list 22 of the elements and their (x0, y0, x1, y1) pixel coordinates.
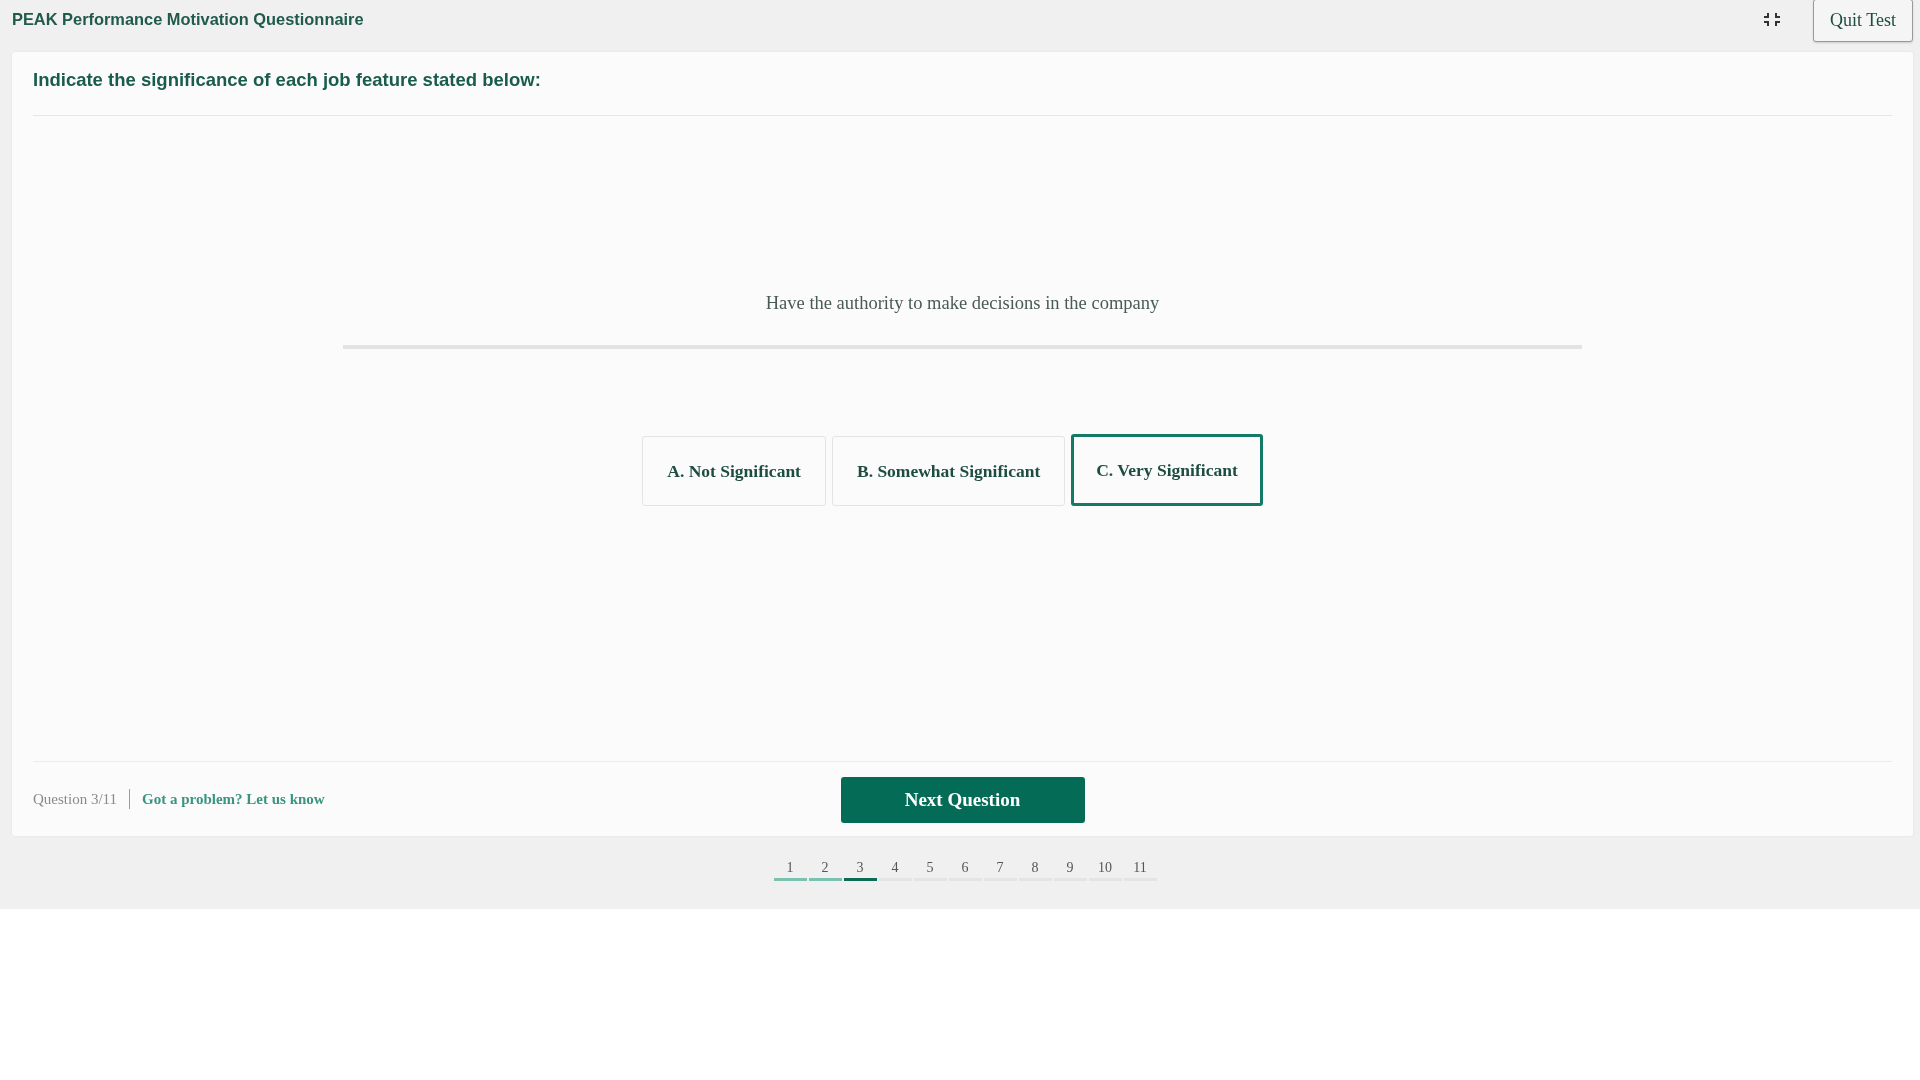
question-number-tab[interactable]: 5 (913, 859, 947, 881)
question-number-tab[interactable]: 4 (878, 859, 912, 881)
question-counter: Question 3/11 (33, 790, 118, 808)
question-number-tab[interactable]: 3 (843, 859, 877, 881)
question-number-tab[interactable]: 8 (1018, 859, 1052, 881)
answer-option[interactable]: A. Not Significant (642, 436, 826, 506)
question-text: Have the authority to make decisions in the company (765, 292, 1160, 315)
question-number-tab[interactable]: 6 (948, 859, 982, 881)
question-number-tab[interactable]: 2 (808, 859, 842, 881)
answer-option[interactable]: B. Somewhat Significant (831, 436, 1066, 506)
question-number-tab[interactable]: 9 (1053, 859, 1087, 881)
report-problem-link[interactable]: Got a problem? Let us know (142, 790, 325, 808)
instruction-heading: Indicate the significance of each job feature stated below: (33, 69, 541, 91)
quit-test-button[interactable]: Quit Test (1813, 0, 1913, 42)
question-number-tab[interactable]: 10 (1088, 859, 1122, 881)
question-number-tab[interactable]: 1 (773, 859, 807, 881)
question-number-tab[interactable]: 11 (1123, 859, 1157, 881)
app-title: PEAK Performance Motivation Questionnaire (12, 9, 364, 29)
exit-fullscreen-icon[interactable] (1763, 12, 1782, 27)
answer-option[interactable]: C. Very Significant (1071, 434, 1263, 506)
next-question-button[interactable]: Next Question (840, 776, 1085, 823)
question-number-tab[interactable]: 7 (983, 859, 1017, 881)
